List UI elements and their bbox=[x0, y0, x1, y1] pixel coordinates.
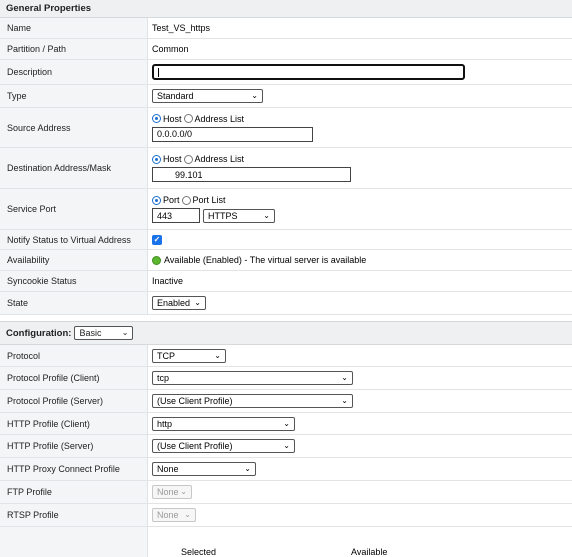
rtsp-profile-row: RTSP Profile None ⌄ bbox=[0, 504, 572, 527]
chevron-down-icon: ⌄ bbox=[251, 91, 258, 100]
protocol-profile-server-row: Protocol Profile (Server) (Use Client Pr… bbox=[0, 390, 572, 413]
destination-address-list-radio[interactable] bbox=[183, 154, 193, 164]
notify-row: Notify Status to Virtual Address ✓ bbox=[0, 230, 572, 250]
source-address-label: Source Address bbox=[0, 108, 148, 147]
destination-label: Destination Address/Mask bbox=[0, 148, 148, 188]
source-host-radio[interactable] bbox=[152, 114, 161, 123]
source-address-input[interactable]: 0.0.0.0/0 bbox=[152, 126, 313, 142]
chevron-down-icon: ⌄ bbox=[194, 298, 201, 307]
partition-label: Partition / Path bbox=[0, 39, 148, 59]
port-list-label: Port List bbox=[192, 195, 226, 205]
http-profile-server-row: HTTP Profile (Server) (Use Client Profil… bbox=[0, 435, 572, 458]
ftp-profile-label: FTP Profile bbox=[0, 481, 148, 503]
profile-lists-row: Selected Available bbox=[0, 527, 572, 557]
protocol-profile-server-label: Protocol Profile (Server) bbox=[0, 390, 148, 412]
name-value: Test_VS_https bbox=[152, 23, 211, 33]
http-proxy-label: HTTP Proxy Connect Profile bbox=[0, 458, 148, 480]
description-row: Description bbox=[0, 60, 572, 85]
chevron-down-icon: ⌄ bbox=[283, 441, 290, 450]
description-input[interactable] bbox=[152, 64, 465, 80]
rtsp-profile-label: RTSP Profile bbox=[0, 504, 148, 526]
service-port-label: Service Port bbox=[0, 189, 148, 229]
availability-label: Availability bbox=[0, 250, 148, 270]
http-proxy-row: HTTP Proxy Connect Profile None ⌄ bbox=[0, 458, 572, 481]
name-row: Name Test_VS_https bbox=[0, 18, 572, 39]
state-label: State bbox=[0, 292, 148, 314]
selected-list-header: Selected bbox=[181, 547, 217, 557]
port-radio-label: Port bbox=[163, 195, 180, 205]
syncookie-value: Inactive bbox=[152, 276, 184, 286]
name-label: Name bbox=[0, 18, 148, 38]
syncookie-label: Syncookie Status bbox=[0, 271, 148, 291]
type-row: Type Standard ⌄ bbox=[0, 85, 572, 108]
chevron-down-icon: ⌄ bbox=[263, 210, 270, 220]
protocol-label: Protocol bbox=[0, 345, 148, 366]
syncookie-row: Syncookie Status Inactive bbox=[0, 271, 572, 292]
chevron-down-icon: ⌄ bbox=[341, 373, 348, 382]
service-port-row: Service Port Port Port List 443 HTTPS ⌄ bbox=[0, 189, 572, 230]
chevron-down-icon: ⌄ bbox=[184, 510, 191, 519]
protocol-profile-client-label: Protocol Profile (Client) bbox=[0, 367, 148, 389]
available-list-header: Available bbox=[351, 547, 388, 557]
chevron-down-icon: ⌄ bbox=[283, 418, 290, 428]
state-row: State Enabled ⌄ bbox=[0, 292, 572, 315]
http-profile-server-select[interactable]: (Use Client Profile) ⌄ bbox=[152, 439, 295, 453]
source-address-list-radio[interactable] bbox=[183, 114, 193, 123]
chevron-down-icon: ⌄ bbox=[341, 396, 348, 405]
port-list-radio[interactable] bbox=[181, 195, 191, 205]
destination-address-input[interactable]: 99.101 bbox=[152, 167, 351, 182]
protocol-profile-client-row: Protocol Profile (Client) tcp ⌄ bbox=[0, 367, 572, 390]
source-host-label: Host bbox=[163, 113, 182, 124]
description-label: Description bbox=[0, 60, 148, 84]
partition-value: Common bbox=[152, 44, 189, 54]
availability-row: Availability Available (Enabled) - The v… bbox=[0, 250, 572, 271]
type-label: Type bbox=[0, 85, 148, 107]
type-select[interactable]: Standard ⌄ bbox=[152, 89, 263, 103]
protocol-select[interactable]: TCP ⌄ bbox=[152, 348, 226, 363]
available-status-icon bbox=[152, 255, 161, 265]
profile-lists-label bbox=[0, 527, 148, 557]
http-profile-client-row: HTTP Profile (Client) http ⌄ bbox=[0, 413, 572, 435]
state-select[interactable]: Enabled ⌄ bbox=[152, 296, 206, 310]
destination-row: Destination Address/Mask Host Address Li… bbox=[0, 148, 572, 189]
service-select[interactable]: HTTPS ⌄ bbox=[203, 208, 275, 223]
configuration-mode-select[interactable]: Basic ⌄ bbox=[74, 326, 134, 340]
notify-label: Notify Status to Virtual Address bbox=[0, 230, 148, 249]
ftp-profile-select[interactable]: None ⌄ bbox=[152, 485, 192, 499]
destination-host-radio[interactable] bbox=[152, 154, 161, 164]
protocol-profile-server-select[interactable]: (Use Client Profile) ⌄ bbox=[152, 394, 353, 408]
partition-row: Partition / Path Common bbox=[0, 39, 572, 60]
http-profile-client-select[interactable]: http ⌄ bbox=[152, 416, 295, 431]
http-proxy-select[interactable]: None ⌄ bbox=[152, 462, 256, 476]
configuration-label: Configuration: bbox=[6, 327, 72, 339]
chevron-down-icon: ⌄ bbox=[244, 464, 251, 473]
configuration-header: Configuration: Basic ⌄ bbox=[0, 321, 572, 345]
ftp-profile-row: FTP Profile None ⌄ bbox=[0, 481, 572, 504]
protocol-profile-client-select[interactable]: tcp ⌄ bbox=[152, 371, 353, 385]
availability-value: Available (Enabled) - The virtual server… bbox=[164, 255, 367, 265]
chevron-down-icon: ⌄ bbox=[214, 350, 221, 360]
notify-checkbox[interactable]: ✓ bbox=[152, 234, 162, 245]
protocol-row: Protocol TCP ⌄ bbox=[0, 345, 572, 367]
source-address-row: Source Address Host Address List 0.0.0.0… bbox=[0, 108, 572, 148]
port-radio[interactable] bbox=[152, 195, 161, 205]
destination-address-list-label: Address List bbox=[194, 154, 245, 164]
http-profile-server-label: HTTP Profile (Server) bbox=[0, 435, 148, 457]
chevron-down-icon: ⌄ bbox=[121, 328, 129, 337]
http-profile-client-label: HTTP Profile (Client) bbox=[0, 413, 148, 434]
destination-host-label: Host bbox=[163, 154, 182, 164]
port-input[interactable]: 443 bbox=[152, 208, 200, 223]
chevron-down-icon: ⌄ bbox=[180, 487, 187, 496]
general-properties-header: General Properties bbox=[0, 0, 572, 18]
source-address-list-label: Address List bbox=[194, 113, 245, 124]
